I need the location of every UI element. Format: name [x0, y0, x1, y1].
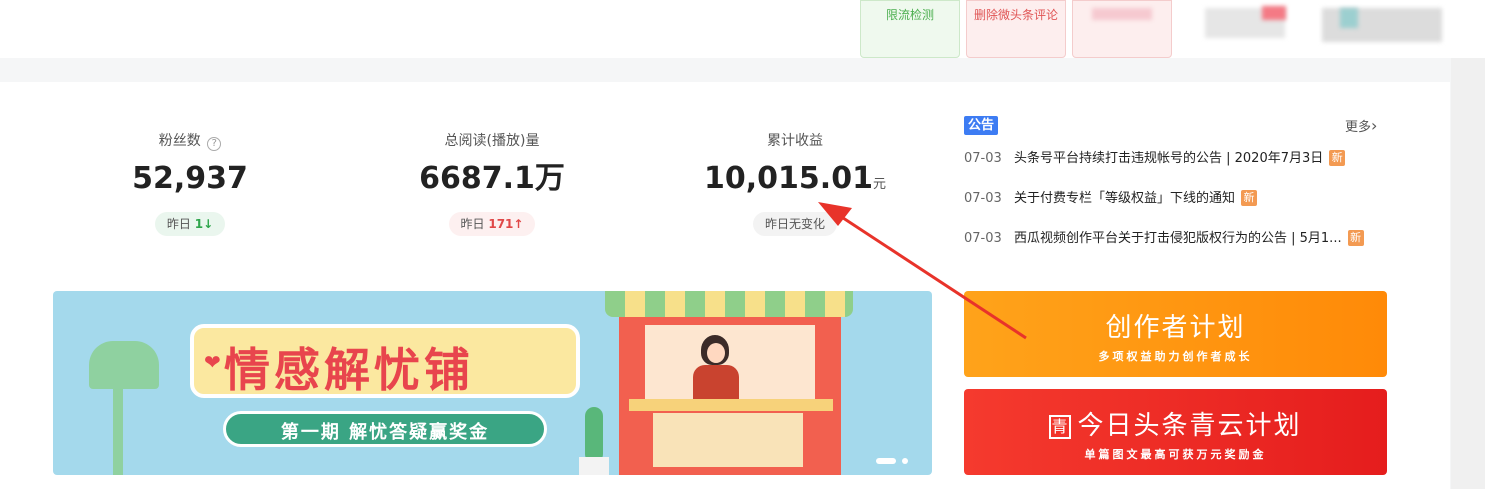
limit-check-button[interactable]: 限流检测 — [860, 0, 960, 58]
chip-prefix: 昨日无变化 — [764, 217, 825, 231]
promo-banner[interactable]: ❤ 情感解忧铺 第一期 解忧答疑赢奖金 — [53, 291, 932, 475]
stat-change-chip: 昨日无变化 — [752, 212, 837, 236]
more-label[interactable]: 更多 — [1345, 120, 1371, 135]
promo-subtitle: 单篇图文最高可获万元奖励金 — [1084, 448, 1267, 461]
stat-label: 总阅读(播放)量 — [444, 133, 540, 149]
chip-prefix: 昨日 — [460, 217, 485, 231]
stat-label: 累计收益 — [767, 133, 823, 149]
pot-illustration — [579, 457, 609, 475]
stat-value: 52,937 — [132, 161, 248, 196]
banner-title-box: ❤ 情感解忧铺 — [190, 324, 580, 398]
girl-face — [707, 343, 725, 363]
notice-title[interactable]: 关于付费专栏「等级权益」下线的通知 — [1014, 189, 1235, 209]
notice-item[interactable]: 07-03 关于付费专栏「等级权益」下线的通知新 — [964, 189, 1388, 209]
notice-date: 07-03 — [964, 191, 1002, 206]
creator-plan-card[interactable]: 创作者计划 多项权益助力创作者成长 — [964, 291, 1387, 377]
scrollbar[interactable] — [1451, 58, 1485, 489]
stat-unit: 元 — [872, 177, 886, 192]
mailbox-illustration — [89, 341, 159, 389]
heart-icon: ❤ — [204, 350, 221, 374]
blurred-label — [1092, 8, 1152, 20]
promo-title: 创作者计划 — [1105, 313, 1246, 343]
notice-date: 07-03 — [964, 231, 1002, 246]
delete-comment-button[interactable]: 删除微头条评论 — [966, 0, 1066, 58]
stat-change-chip: 昨日 171↑ — [448, 212, 536, 236]
notice-tag: 公告 — [964, 116, 999, 135]
chip-number: 171 — [488, 217, 514, 231]
chip-number: 1 — [194, 217, 204, 231]
promo-title: 今日头条青云计划 — [1077, 411, 1302, 441]
promo-subtitle: 多项权益助力创作者成长 — [1098, 350, 1253, 363]
banner-title: 情感解忧铺 — [224, 343, 474, 397]
cactus-illustration — [585, 407, 603, 463]
arrow-down-icon: ↓ — [203, 217, 214, 231]
carousel-dots[interactable] — [876, 449, 914, 468]
banner-subtitle-box: 第一期 解忧答疑赢奖金 — [223, 411, 547, 447]
qingyun-plan-card[interactable]: 青今日头条青云计划 单篇图文最高可获万元奖励金 — [964, 389, 1387, 475]
new-badge: 新 — [1329, 150, 1346, 166]
shop-counter — [629, 399, 833, 411]
notice-item[interactable]: 07-03 头条号平台持续打击违规帐号的公告 | 2020年7月3日新 — [964, 149, 1388, 169]
stat-followers: 粉丝数 ? 52,937 昨日 1↓ — [100, 130, 280, 236]
new-badge: 新 — [1241, 190, 1258, 206]
chevron-right-icon: › — [1371, 116, 1378, 135]
blurred-badge — [1262, 6, 1286, 20]
carousel-dot[interactable] — [902, 458, 908, 464]
girl-body — [693, 365, 739, 399]
chip-prefix: 昨日 — [166, 217, 191, 231]
notice-title[interactable]: 西瓜视频创作平台关于打击侵犯版权行为的公告 | 5月1... — [1014, 229, 1342, 249]
stat-value: 6687.1万 — [419, 161, 565, 196]
notice-item[interactable]: 07-03 西瓜视频创作平台关于打击侵犯版权行为的公告 | 5月1... 新 — [964, 229, 1388, 249]
carousel-dot-active[interactable] — [876, 458, 896, 464]
stat-value: 10,015.01 — [704, 161, 873, 196]
toutiao-logo-icon: 青 — [1049, 415, 1072, 439]
new-badge: 新 — [1347, 230, 1364, 246]
stat-label: 粉丝数 — [158, 133, 201, 149]
stat-reads: 总阅读(播放)量 6687.1万 昨日 171↑ — [402, 130, 582, 236]
stat-change-chip: 昨日 1↓ — [154, 212, 226, 236]
mailbox-post — [113, 387, 123, 475]
more-link[interactable]: 更多› — [1345, 116, 1377, 135]
shop-awning — [605, 291, 853, 317]
arrow-up-icon: ↑ — [513, 217, 524, 231]
help-icon[interactable]: ? — [207, 137, 222, 151]
blurred-user-icon — [1340, 8, 1358, 28]
shop-lower-panel — [653, 413, 803, 467]
top-bar: 限流检测 删除微头条评论 — [0, 0, 1485, 58]
notice-date: 07-03 — [964, 151, 1002, 166]
banner-subtitle: 第一期 解忧答疑赢奖金 — [280, 422, 490, 443]
notice-title[interactable]: 头条号平台持续打击违规帐号的公告 | 2020年7月3日 — [1014, 149, 1323, 169]
stat-earnings: 累计收益 10,015.01元 昨日无变化 — [700, 130, 890, 236]
